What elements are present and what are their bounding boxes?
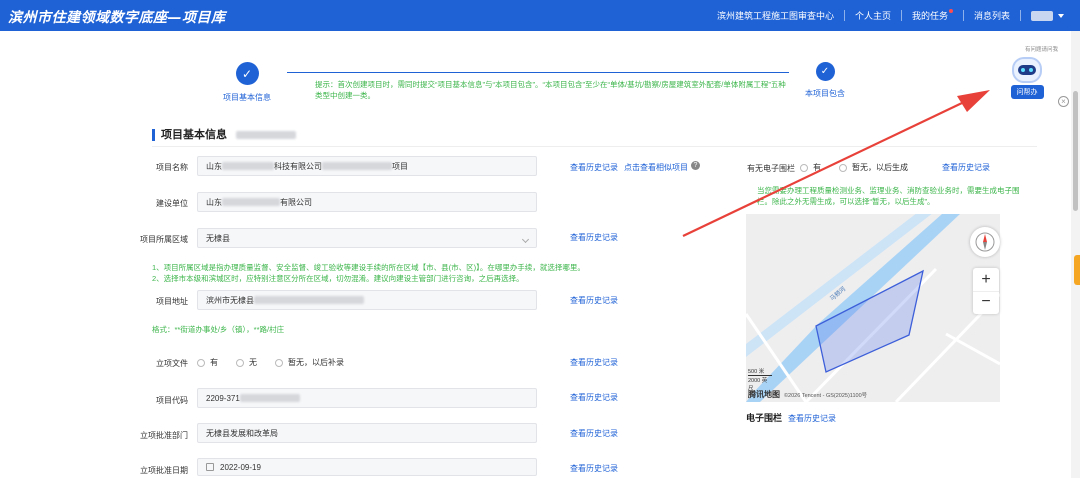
address-input[interactable]: 滨州市无棣县 xyxy=(197,290,537,310)
check-icon: ✓ xyxy=(235,62,259,85)
similar-projects-link[interactable]: 点击查看相似项目 xyxy=(624,162,688,173)
region-note-1: 1、项目所属区域是指办理质量监督、安全监督、竣工验收等建设手续的所在区域【市、县… xyxy=(152,263,585,272)
radio-option-no[interactable]: 无 xyxy=(236,357,257,368)
approval-date-history-link[interactable]: 查看历史记录 xyxy=(570,463,618,474)
project-name-input[interactable]: 山东 科技有限公司 项目 xyxy=(197,156,537,176)
top-nav: 滨州建筑工程施工图审查中心 个人主页 我的任务 消息列表 xyxy=(717,9,1064,22)
region-select[interactable]: 无棣县 xyxy=(197,228,537,248)
calendar-icon xyxy=(206,463,214,471)
project-code-label: 项目代码 xyxy=(156,396,188,405)
app-title: 滨州市住建领域数字底座—项目库 xyxy=(8,10,226,26)
redacted-text xyxy=(222,198,280,206)
approval-doc-label: 立项文件 xyxy=(156,359,188,368)
page-scrollbar[interactable] xyxy=(1071,31,1080,478)
fence-question-label: 有无电子围栏 xyxy=(747,164,795,173)
fence-history-link[interactable]: 查看历史记录 xyxy=(942,162,990,173)
step-label: 本项目包含 xyxy=(805,89,845,98)
map-view[interactable]: 马颊河 xyxy=(746,214,1000,402)
check-icon: ✓ xyxy=(815,62,835,81)
nav-personal-home[interactable]: 个人主页 xyxy=(855,9,891,22)
step-hint: 提示：首次创建项目时，需同时提交“项目基本信息”与“本项目包含”。“本项目包含”… xyxy=(315,80,786,100)
scrollbar-thumb[interactable] xyxy=(1073,91,1078,211)
assistant-button[interactable]: 问帮办 xyxy=(1010,85,1044,99)
map-canvas[interactable]: 马颊河 xyxy=(746,214,1000,402)
nav-review-center[interactable]: 滨州建筑工程施工图审查中心 xyxy=(717,9,834,22)
radio-option-later[interactable]: 暂无，以后补录 xyxy=(275,357,344,368)
redacted-text xyxy=(254,296,364,304)
address-format-hint: 格式：**街道办事处/乡（镇），**路/村庄 xyxy=(152,325,285,334)
section-title: 项目基本信息 xyxy=(152,129,297,141)
address-history-link[interactable]: 查看历史记录 xyxy=(570,295,618,306)
close-icon[interactable]: × xyxy=(1058,96,1069,107)
redacted-text xyxy=(222,162,274,170)
address-label: 项目地址 xyxy=(156,297,188,306)
step-basic-info[interactable]: ✓ 项目基本信息 xyxy=(217,62,277,103)
radio-option-yes[interactable]: 有 xyxy=(197,357,218,368)
compass-icon xyxy=(975,232,995,252)
side-tab[interactable] xyxy=(1074,255,1080,285)
approval-date-label: 立项批准日期 xyxy=(140,466,188,475)
fence-note: 当您需要办理工程质量检测业务、监理业务、消防查验业务时，需要生成电子围栏。除此之… xyxy=(757,186,1020,206)
project-name-history-link[interactable]: 查看历史记录 xyxy=(570,162,618,173)
zoom-control: + − xyxy=(973,268,999,314)
fence-title: 电子围栏 查看历史记录 xyxy=(746,413,837,423)
assistant-widget[interactable]: 有问题请问我 问帮办 xyxy=(992,45,1062,99)
approval-doc-radio-group: 有 无 暂无，以后补录 xyxy=(197,357,362,368)
chevron-down-icon xyxy=(1058,13,1064,18)
step-connector xyxy=(287,72,789,73)
approval-dept-input[interactable]: 无棣县发展和改革局 xyxy=(197,423,537,443)
step-label: 项目基本信息 xyxy=(223,93,271,102)
region-history-link[interactable]: 查看历史记录 xyxy=(570,232,618,243)
approval-dept-history-link[interactable]: 查看历史记录 xyxy=(570,428,618,439)
nav-messages[interactable]: 消息列表 xyxy=(974,9,1010,22)
redacted-text xyxy=(239,394,300,402)
divider xyxy=(152,146,1037,147)
project-name-label: 项目名称 xyxy=(156,163,188,172)
top-header: 滨州市住建领域数字底座—项目库 滨州建筑工程施工图审查中心 个人主页 我的任务 … xyxy=(0,0,1080,31)
nav-my-tasks[interactable]: 我的任务 xyxy=(912,9,953,22)
region-label: 项目所属区域 xyxy=(140,235,188,244)
avatar xyxy=(1031,10,1053,21)
fence-option-later[interactable]: 暂无，以后生成 xyxy=(839,162,908,173)
user-menu[interactable] xyxy=(1031,10,1064,21)
step-project-contains[interactable]: ✓ 本项目包含 xyxy=(800,62,850,99)
compass-button[interactable] xyxy=(970,227,1000,257)
zoom-in-button[interactable]: + xyxy=(973,268,999,291)
build-unit-input[interactable]: 山东 有限公司 xyxy=(197,192,537,212)
approval-dept-label: 立项批准部门 xyxy=(140,431,188,440)
build-unit-label: 建设单位 xyxy=(156,199,188,208)
assistant-prompt: 有问题请问我 xyxy=(1024,47,1058,53)
redacted-text xyxy=(322,162,392,170)
approval-doc-history-link[interactable]: 查看历史记录 xyxy=(570,357,618,368)
project-code-history-link[interactable]: 查看历史记录 xyxy=(570,392,618,403)
project-code-input[interactable]: 2209-371 xyxy=(197,388,537,408)
approval-date-input[interactable]: 2022-09-19 xyxy=(197,458,537,476)
fence-radio-group: 有 暂无，以后生成 xyxy=(800,162,926,173)
redacted-text xyxy=(236,131,297,140)
zoom-out-button[interactable]: − xyxy=(973,291,999,314)
chevron-down-icon xyxy=(521,235,530,244)
robot-icon xyxy=(1012,57,1042,83)
map-logo: 腾讯地图 ©2026 Tencent - GS(2025)1100号 xyxy=(748,390,868,399)
fence-option-yes[interactable]: 有 xyxy=(800,162,821,173)
question-icon[interactable]: ? xyxy=(691,161,700,170)
notification-dot xyxy=(948,9,953,13)
region-note-2: 2、选择市本级和滨城区时，应特别注意区分所在区域，切勿混淆。建议向建设主管部门进… xyxy=(152,274,524,283)
fence-title-history-link[interactable]: 查看历史记录 xyxy=(788,414,836,423)
